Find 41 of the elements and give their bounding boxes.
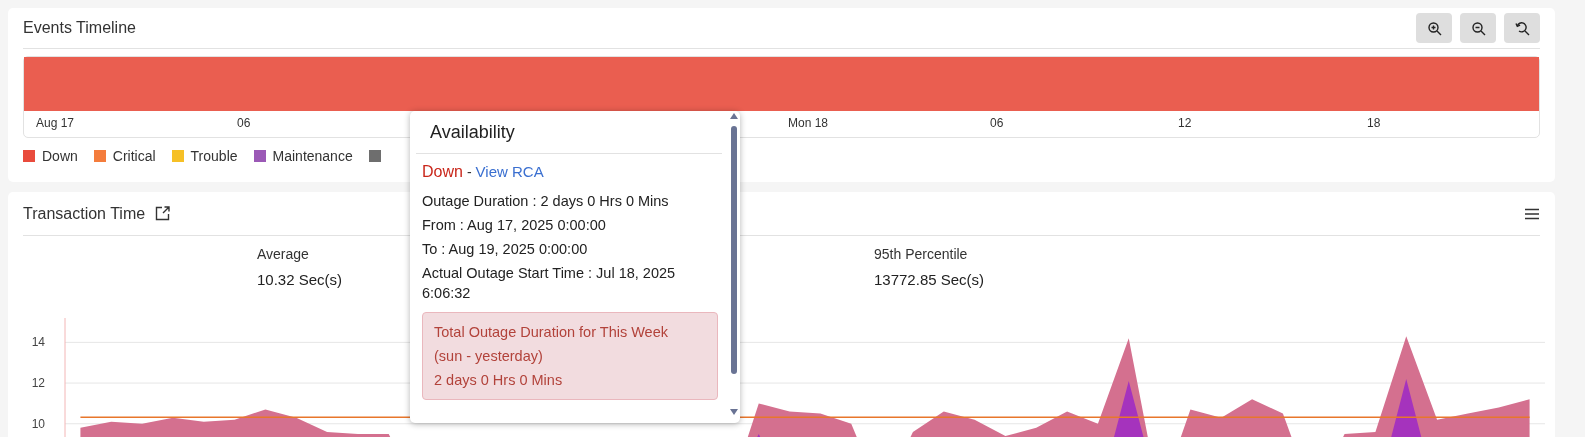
- legend-label: Critical: [112, 148, 156, 164]
- stat-label: Average: [257, 246, 310, 262]
- external-link-icon[interactable]: [155, 206, 171, 221]
- panel-title: Transaction Time: [23, 204, 146, 223]
- axis-label: 06: [237, 116, 251, 130]
- axis-label: 18: [1367, 116, 1381, 130]
- axis-tick-label: 14: [31, 335, 45, 350]
- axis-tick-label: 12: [31, 376, 45, 391]
- axis-tick-label: 10: [31, 416, 45, 431]
- reset-zoom-button[interactable]: [1504, 13, 1540, 43]
- detail-text: Outage Duration : 2 days 0 Hrs 0 Mins: [422, 192, 670, 211]
- scroll-down-icon[interactable]: [730, 409, 738, 415]
- axis-label: 06: [990, 116, 1004, 130]
- axis-label: Mon 18: [788, 116, 829, 130]
- status-text: Down: [422, 163, 463, 181]
- detail-text: Actual Outage Start Time : Jul 18, 2025 6:06:32: [422, 264, 677, 303]
- detail-text: To : Aug 19, 2025 0:00:00: [422, 240, 589, 259]
- legend-label: Maintenance: [272, 148, 353, 164]
- stat-value: 10.32 Sec(s): [257, 271, 343, 288]
- detail-text: From : Aug 17, 2025 0:00:00: [422, 216, 607, 235]
- summary-text: 2 days 0 Hrs 0 Mins: [434, 371, 564, 390]
- scrollbar-thumb[interactable]: [731, 126, 737, 374]
- view-rca-link[interactable]: View RCA: [475, 163, 544, 180]
- axis-label: Aug 17: [36, 116, 75, 130]
- summary-text: (sun - yesterday): [434, 347, 544, 366]
- separator-text: -: [466, 164, 472, 180]
- zoom-in-icon: [1426, 20, 1442, 36]
- zoom-out-button[interactable]: [1460, 13, 1496, 43]
- stat-label: 95th Percentile: [874, 246, 969, 262]
- stat-value: 13772.85 Sec(s): [874, 271, 985, 288]
- legend-label: Down: [42, 148, 78, 164]
- scroll-up-icon[interactable]: [730, 113, 738, 119]
- summary-text: Total Outage Duration for This Week: [434, 323, 669, 342]
- legend-label: Trouble: [190, 148, 238, 164]
- menu-icon[interactable]: [1524, 207, 1540, 220]
- zoom-in-button[interactable]: [1416, 13, 1452, 43]
- tooltip-title: Availability: [416, 111, 722, 154]
- panel-title: Events Timeline: [23, 19, 136, 37]
- axis-label: 12: [1178, 116, 1192, 130]
- zoom-out-icon: [1470, 20, 1486, 36]
- reset-zoom-icon: [1514, 20, 1530, 36]
